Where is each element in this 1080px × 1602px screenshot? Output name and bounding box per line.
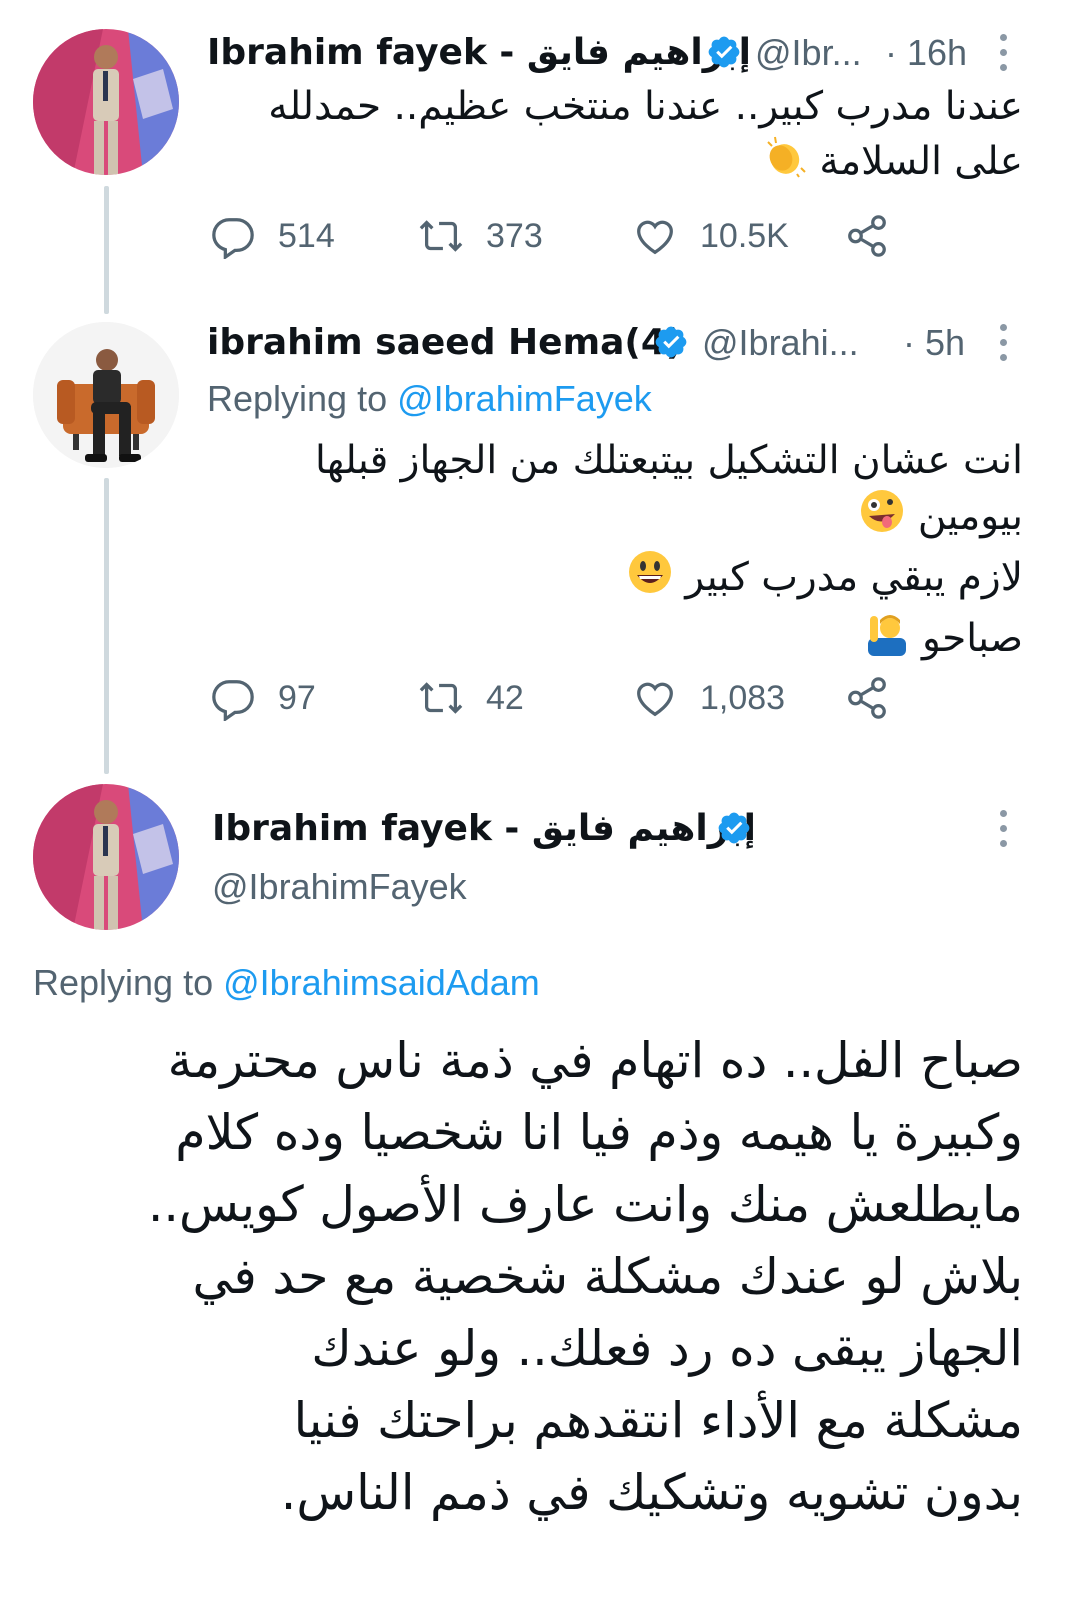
tweet-line: مايطلعش منك وانت عارف الأصول كويس.. — [147, 1176, 1023, 1233]
tweet-line: عندنا مدرب كبير.. عندنا منتخب عظيم.. حمد… — [268, 84, 1023, 129]
reply-icon — [212, 680, 254, 721]
share-button[interactable] — [844, 673, 890, 723]
handle[interactable]: @Ibr... — [755, 32, 862, 74]
tweet-line: مشكلة مع الأداء انتقدهم براحتك فنيا — [293, 1392, 1023, 1449]
display-name[interactable]: Ibrahim fayek - إبراهيم فايق — [212, 808, 756, 849]
tweet-text: عندنا مدرب كبير.. عندنا منتخب عظيم.. حمد… — [243, 80, 1023, 193]
like-button[interactable]: 10.5K — [632, 211, 789, 261]
tweet-line: وكبيرة يا هيمه وذم فيا انا شخصيا وده كلا… — [175, 1104, 1023, 1161]
retweet-icon — [419, 220, 463, 252]
tweet-line: انت عشان التشكيل بيتبعتلك من الجهاز قبله… — [315, 438, 1023, 483]
share-button[interactable] — [844, 211, 890, 261]
mention-link[interactable]: @IbrahimsaidAdam — [223, 962, 540, 1003]
replying-to: Replying to @IbrahimsaidAdam — [33, 962, 540, 1003]
zany-face-emoji — [859, 488, 905, 549]
reply-button[interactable]: 97 — [210, 673, 316, 723]
tweet-line: لازم يبقي مدرب كبير — [243, 549, 1023, 610]
avatar[interactable] — [33, 322, 179, 468]
handle[interactable]: @IbrahimFayek — [212, 866, 467, 908]
share-icon — [848, 677, 886, 719]
retweet-button[interactable]: 373 — [418, 211, 543, 261]
replying-to: Replying to @IbrahimFayek — [207, 378, 652, 419]
tweet-text: انت عشان التشكيل بيتبعتلك من الجهاز قبله… — [243, 433, 1023, 671]
retweet-icon — [419, 682, 463, 714]
timestamp[interactable]: · 5h — [903, 322, 965, 364]
like-count: 10.5K — [700, 216, 789, 255]
timestamp[interactable]: · 16h — [885, 32, 967, 74]
tweet-line: الجهاز يبقى ده رد فعلك.. ولو عندك — [311, 1320, 1023, 1377]
tweet-line: صباح الفل.. ده اتهام في ذمة ناس محترمة — [167, 1032, 1023, 1089]
main-tweet-text: صباح الفل.. ده اتهام في ذمة ناس محترمة و… — [23, 1025, 1023, 1529]
verified-badge-icon — [718, 812, 750, 844]
reply-count: 97 — [278, 678, 316, 717]
tweet-line: صباحو — [243, 610, 1023, 671]
avatar[interactable] — [33, 784, 179, 930]
reply-button[interactable]: 514 — [210, 211, 335, 261]
tweet-line: على السلامة — [243, 134, 1023, 193]
person-raising-hand-emoji — [864, 610, 910, 671]
handle[interactable]: @Ibrahi... — [702, 322, 859, 364]
avatar[interactable] — [33, 29, 179, 175]
verified-badge-icon — [655, 326, 687, 358]
like-icon — [637, 682, 673, 717]
retweet-button[interactable]: 42 — [418, 673, 524, 723]
more-icon[interactable] — [993, 34, 1013, 84]
like-button[interactable]: 1,083 — [632, 673, 785, 723]
tweet-line: بلاش لو عندك مشكلة شخصية مع حد في — [192, 1248, 1023, 1305]
verified-badge-icon — [708, 36, 740, 68]
share-icon — [848, 215, 886, 257]
tweet-line: بدون تشويه وتشكيك في ذمم الناس. — [280, 1464, 1023, 1521]
more-icon[interactable] — [993, 324, 1013, 374]
reply-count: 514 — [278, 216, 335, 255]
like-icon — [637, 220, 673, 255]
grinning-face-emoji — [627, 549, 673, 610]
retweet-count: 373 — [486, 216, 543, 255]
mention-link[interactable]: @IbrahimFayek — [397, 378, 652, 419]
thread-line — [104, 186, 109, 314]
clapping-hands-emoji — [763, 134, 807, 193]
display-name[interactable]: ibrahim saeed Hema(4) — [207, 322, 682, 363]
tweet-line: بيومين — [243, 488, 1023, 549]
thread-line — [104, 478, 109, 774]
display-name[interactable]: Ibrahim fayek - إبراهيم فايق — [207, 32, 751, 73]
retweet-count: 42 — [486, 678, 524, 717]
more-icon[interactable] — [993, 810, 1013, 860]
reply-icon — [212, 218, 254, 259]
like-count: 1,083 — [700, 678, 786, 717]
